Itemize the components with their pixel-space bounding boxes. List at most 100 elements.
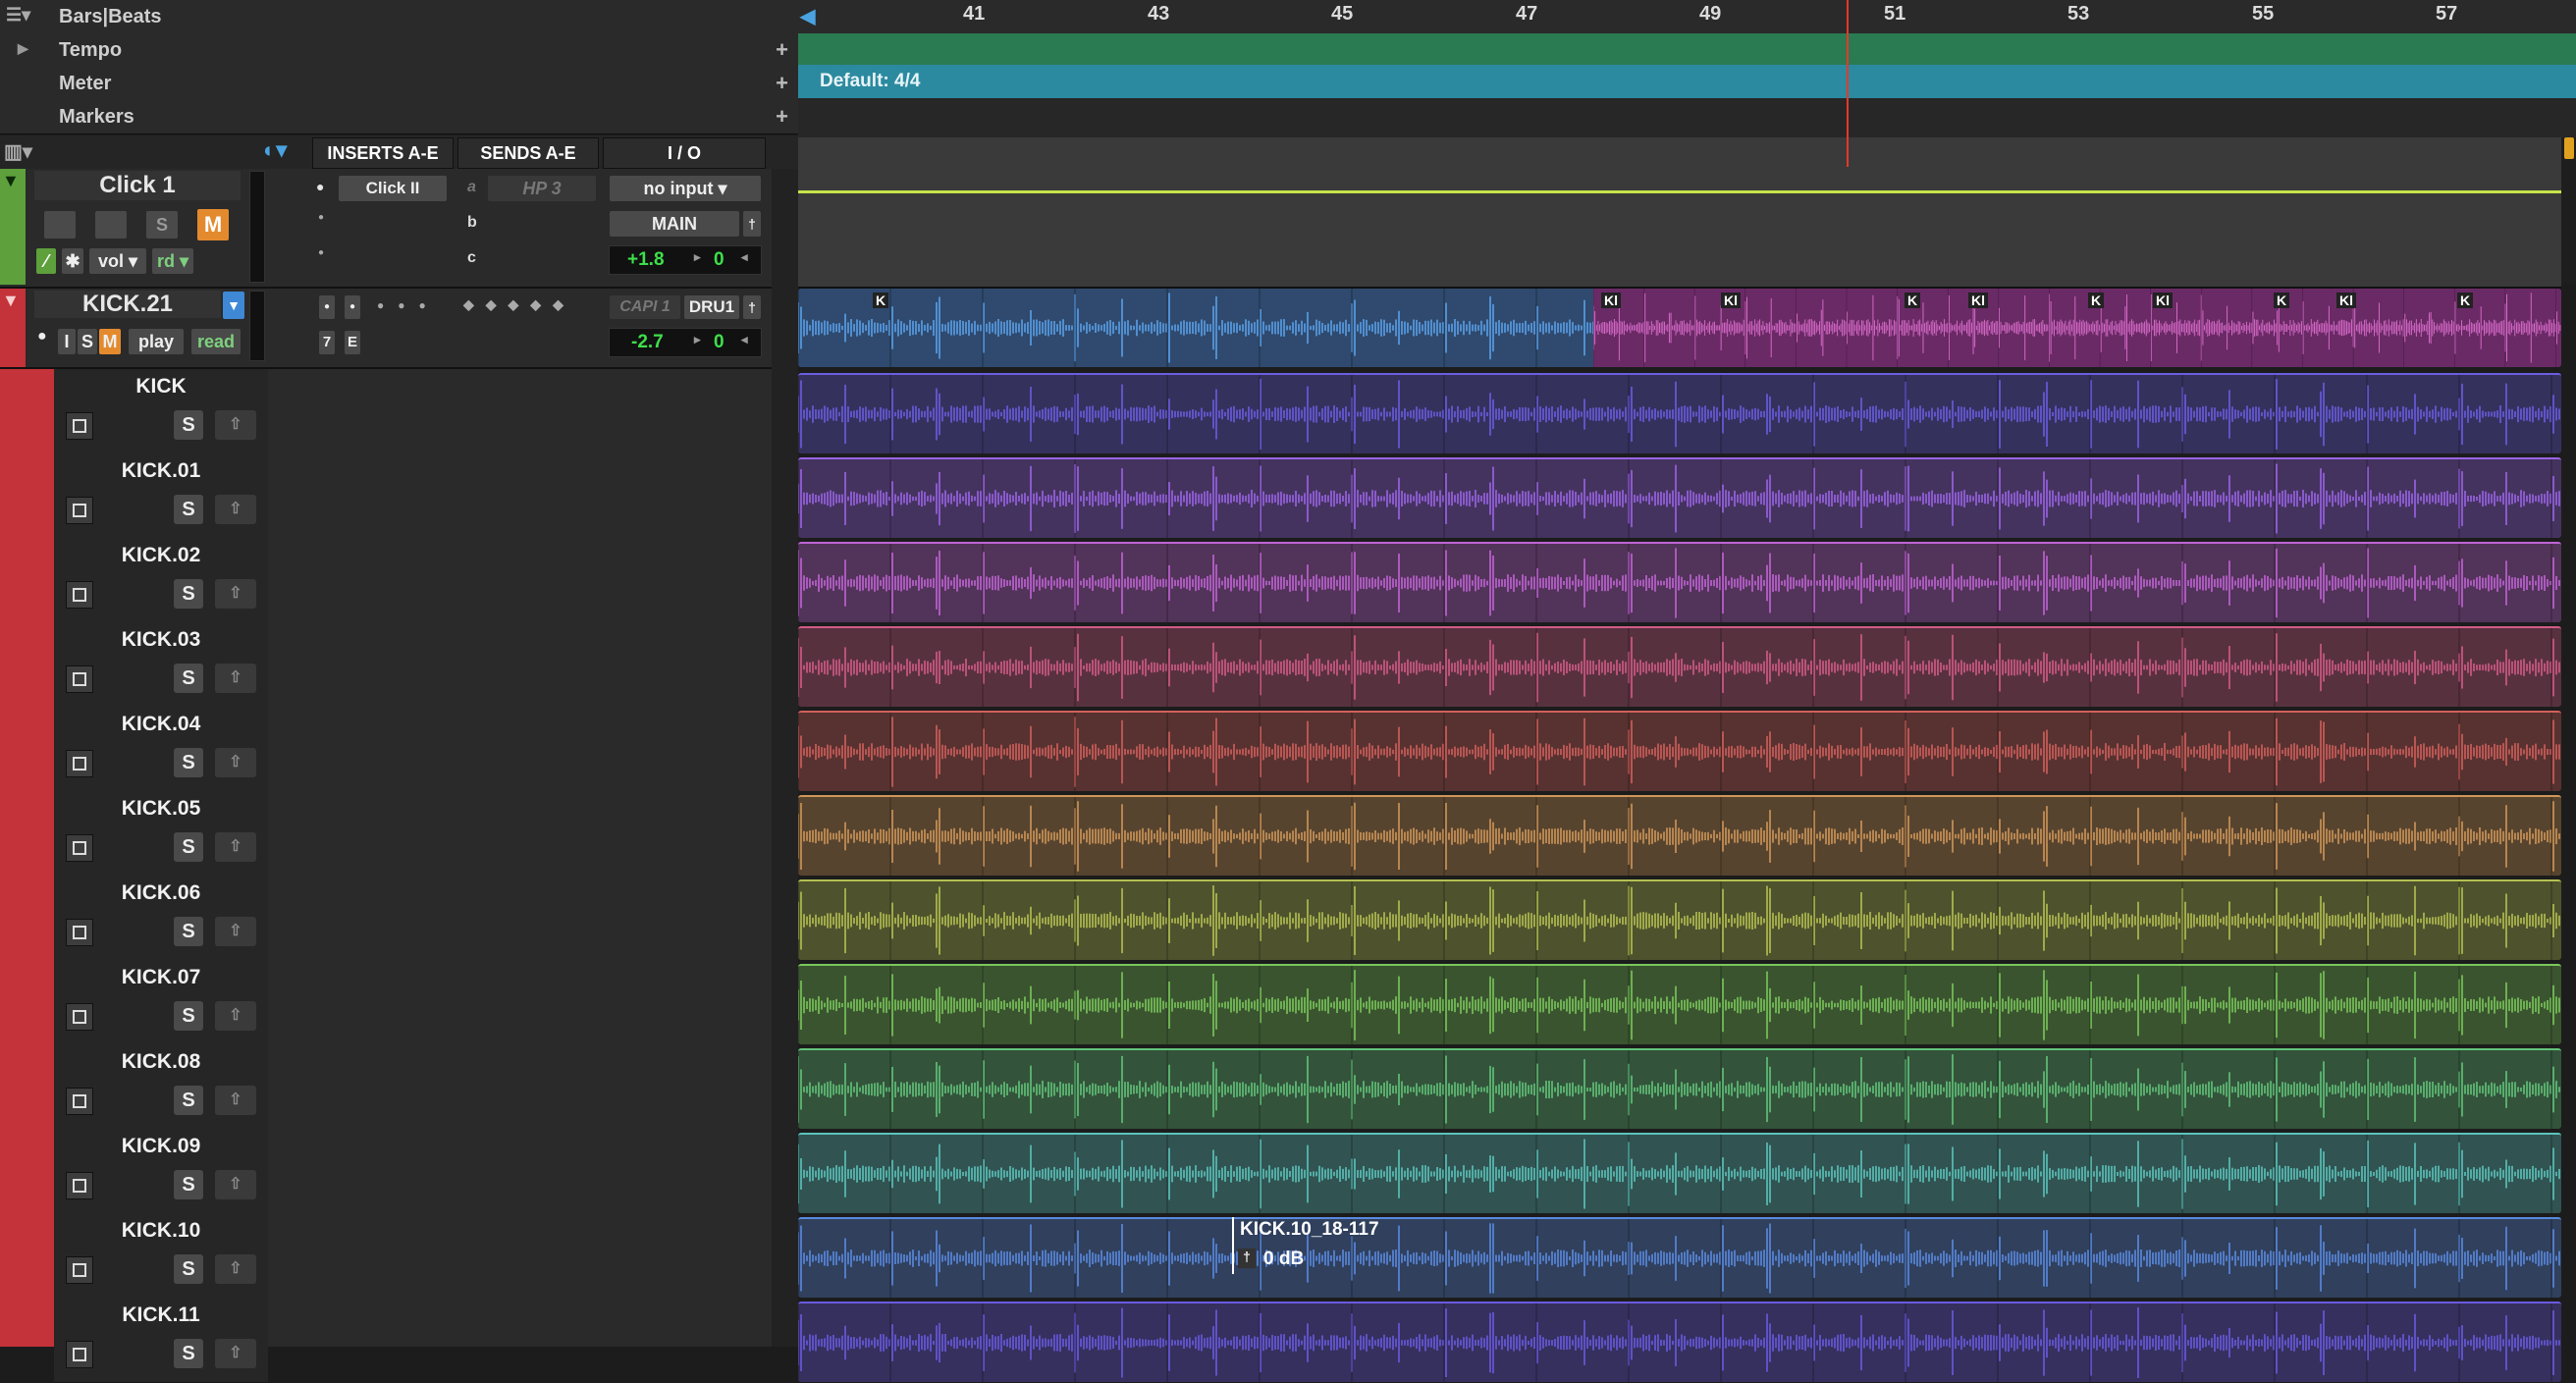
kick-main-lane[interactable]: K Kl Kl K Kl K Kl K Kl K <box>798 289 2561 367</box>
playlist-lane[interactable] <box>798 1302 2561 1382</box>
track-view-menu-icon[interactable]: ▥▾ <box>4 139 32 164</box>
playlist-name[interactable]: KICK.06 <box>54 881 268 905</box>
playlist-lane[interactable] <box>798 711 2561 791</box>
copy-to-main-icon[interactable] <box>66 497 93 524</box>
add-meter-button[interactable]: + <box>776 71 788 96</box>
playlist-lane[interactable] <box>798 373 2561 453</box>
clip-name-tag[interactable]: K <box>1905 293 1921 308</box>
playlist-solo-button[interactable]: S <box>174 1001 203 1031</box>
clip-name-tag[interactable]: K <box>2274 293 2290 308</box>
clip-name-tag[interactable]: Kl <box>1721 293 1741 308</box>
kick-vol-pan-display[interactable]: -2.7 ▸ 0 ◂ <box>609 328 762 357</box>
io-header[interactable]: I / O <box>603 137 766 169</box>
clip-name-tag[interactable]: K <box>873 293 889 308</box>
promote-arrow-icon[interactable]: ⇧ <box>215 1001 256 1031</box>
playlist-header[interactable]: KICK.09 S ⇧ <box>54 1129 268 1214</box>
click-pan[interactable]: 0 <box>714 249 724 271</box>
kick-output-selector[interactable]: DRU1 <box>683 294 740 320</box>
output-link-icon[interactable]: † <box>742 210 762 238</box>
output-link-icon[interactable]: † <box>742 294 762 320</box>
playlist-lane[interactable] <box>798 795 2561 876</box>
kick-track-header[interactable]: ▼ KICK.21 ▼ ● I S M play read ● ● ●●● ◆◆… <box>0 289 772 369</box>
playlist-name[interactable]: KICK <box>54 375 268 399</box>
promote-arrow-icon[interactable]: ⇧ <box>215 1254 256 1284</box>
kick-edit-button[interactable]: E <box>344 330 361 355</box>
playlist-solo-button[interactable]: S <box>174 664 203 693</box>
playlist-name[interactable]: KICK.05 <box>54 797 268 821</box>
bar-ruler-timeline[interactable]: ◀ 41 43 45 47 49 51 53 55 57 <box>798 0 2576 33</box>
playlist-lane[interactable] <box>798 1048 2561 1129</box>
click-send-a[interactable]: HP 3 <box>487 175 597 202</box>
click-edit-icon[interactable]: ⁄ <box>35 247 57 275</box>
playlist-solo-button[interactable]: S <box>174 1339 203 1368</box>
click-mute-button[interactable]: M <box>196 208 230 241</box>
copy-to-main-icon[interactable] <box>66 834 93 862</box>
click-track-lane[interactable] <box>798 169 2561 289</box>
clip-info-overlay[interactable]: KICK.10_18-117 † 0 dB <box>1232 1217 1401 1274</box>
click-insert-plugin[interactable]: Click II <box>338 175 448 202</box>
copy-to-main-icon[interactable] <box>66 1003 93 1031</box>
clip-gain-icon[interactable]: † <box>1238 1249 1256 1268</box>
copy-to-main-icon[interactable] <box>66 1172 93 1199</box>
clip-name-tag[interactable]: Kl <box>2153 293 2173 308</box>
kick-input-button[interactable]: I <box>57 328 77 355</box>
playlist-lane[interactable] <box>798 879 2561 960</box>
clip-name-tag[interactable]: Kl <box>1601 293 1621 308</box>
playlist-solo-button[interactable]: S <box>174 1170 203 1199</box>
bars-beats-ruler[interactable]: ☰▾ Bars|Beats <box>0 0 798 34</box>
playlist-header[interactable]: KICK.08 S ⇧ <box>54 1044 268 1130</box>
markers-ruler[interactable]: Markers + <box>0 100 798 134</box>
kick-playlist-menu[interactable]: ▼ <box>222 291 245 320</box>
playlist-name[interactable]: KICK.11 <box>54 1303 268 1327</box>
meter-bar[interactable]: Default: 4/4 <box>798 65 2576 98</box>
promote-arrow-icon[interactable]: ⇧ <box>215 917 256 946</box>
click-track-header[interactable]: ▼ Click 1 S M ⁄ ✱ vol ▾ rd ▾ ● Click II … <box>0 169 772 289</box>
playlist-solo-button[interactable]: S <box>174 1086 203 1115</box>
kick-mute-button[interactable]: M <box>98 328 122 355</box>
expand-icon[interactable]: ▶ <box>18 40 28 57</box>
click-view-selector[interactable]: vol ▾ <box>88 247 147 275</box>
playlist-name[interactable]: KICK.03 <box>54 628 268 652</box>
playlist-solo-button[interactable]: S <box>174 410 203 440</box>
playhead-cursor[interactable] <box>1847 0 1849 167</box>
promote-arrow-icon[interactable]: ⇧ <box>215 664 256 693</box>
copy-to-main-icon[interactable] <box>66 412 93 440</box>
meter-ruler[interactable]: Meter + <box>0 67 798 101</box>
click-volume[interactable]: +1.8 <box>627 249 665 271</box>
kick-automation-selector[interactable]: read <box>190 328 242 355</box>
track-select-icon[interactable]: ▼ <box>2 171 20 191</box>
playlist-lane[interactable] <box>798 964 2561 1044</box>
click-solo-button[interactable]: S <box>145 210 179 239</box>
playlist-header[interactable]: KICK.06 S ⇧ <box>54 876 268 961</box>
kick-pan[interactable]: 0 <box>714 332 724 353</box>
promote-arrow-icon[interactable]: ⇧ <box>215 410 256 440</box>
copy-to-main-icon[interactable] <box>66 750 93 777</box>
promote-arrow-icon[interactable]: ⇧ <box>215 832 256 862</box>
playlist-name[interactable]: KICK.02 <box>54 544 268 567</box>
vertical-scrollbar[interactable] <box>2561 137 2576 285</box>
playlist-name[interactable]: KICK.08 <box>54 1050 268 1074</box>
playlist-name[interactable]: KICK.09 <box>54 1135 268 1158</box>
track-select-icon[interactable]: ▼ <box>2 291 20 311</box>
playlist-name[interactable]: KICK.01 <box>54 459 268 483</box>
playlist-solo-button[interactable]: S <box>174 917 203 946</box>
kick-insert-dot-b[interactable]: ● <box>344 294 361 320</box>
copy-to-main-icon[interactable] <box>66 919 93 946</box>
kick-volume[interactable]: -2.7 <box>631 332 664 353</box>
clip-name-tag[interactable]: K <box>2457 293 2474 308</box>
playlist-header[interactable]: KICK.02 S ⇧ <box>54 538 268 623</box>
click-record-button[interactable] <box>43 210 77 239</box>
copy-to-main-icon[interactable] <box>66 1341 93 1368</box>
scroll-thumb[interactable] <box>2564 137 2574 159</box>
click-input-selector[interactable]: no input ▾ <box>609 175 762 202</box>
playlist-lane[interactable] <box>798 626 2561 707</box>
tempo-follow-icon[interactable]: ◐▾ <box>263 137 287 163</box>
markers-timeline[interactable] <box>798 98 2576 137</box>
playlist-name[interactable]: KICK.10 <box>54 1219 268 1243</box>
promote-arrow-icon[interactable]: ⇧ <box>215 1339 256 1368</box>
click-automation-selector[interactable]: rd ▾ <box>151 247 194 275</box>
sends-header[interactable]: SENDS A-E <box>457 137 599 169</box>
copy-to-main-icon[interactable] <box>66 1256 93 1284</box>
click-vol-pan-display[interactable]: +1.8 ▸ 0 ◂ <box>609 245 762 275</box>
playlist-solo-button[interactable]: S <box>174 1254 203 1284</box>
